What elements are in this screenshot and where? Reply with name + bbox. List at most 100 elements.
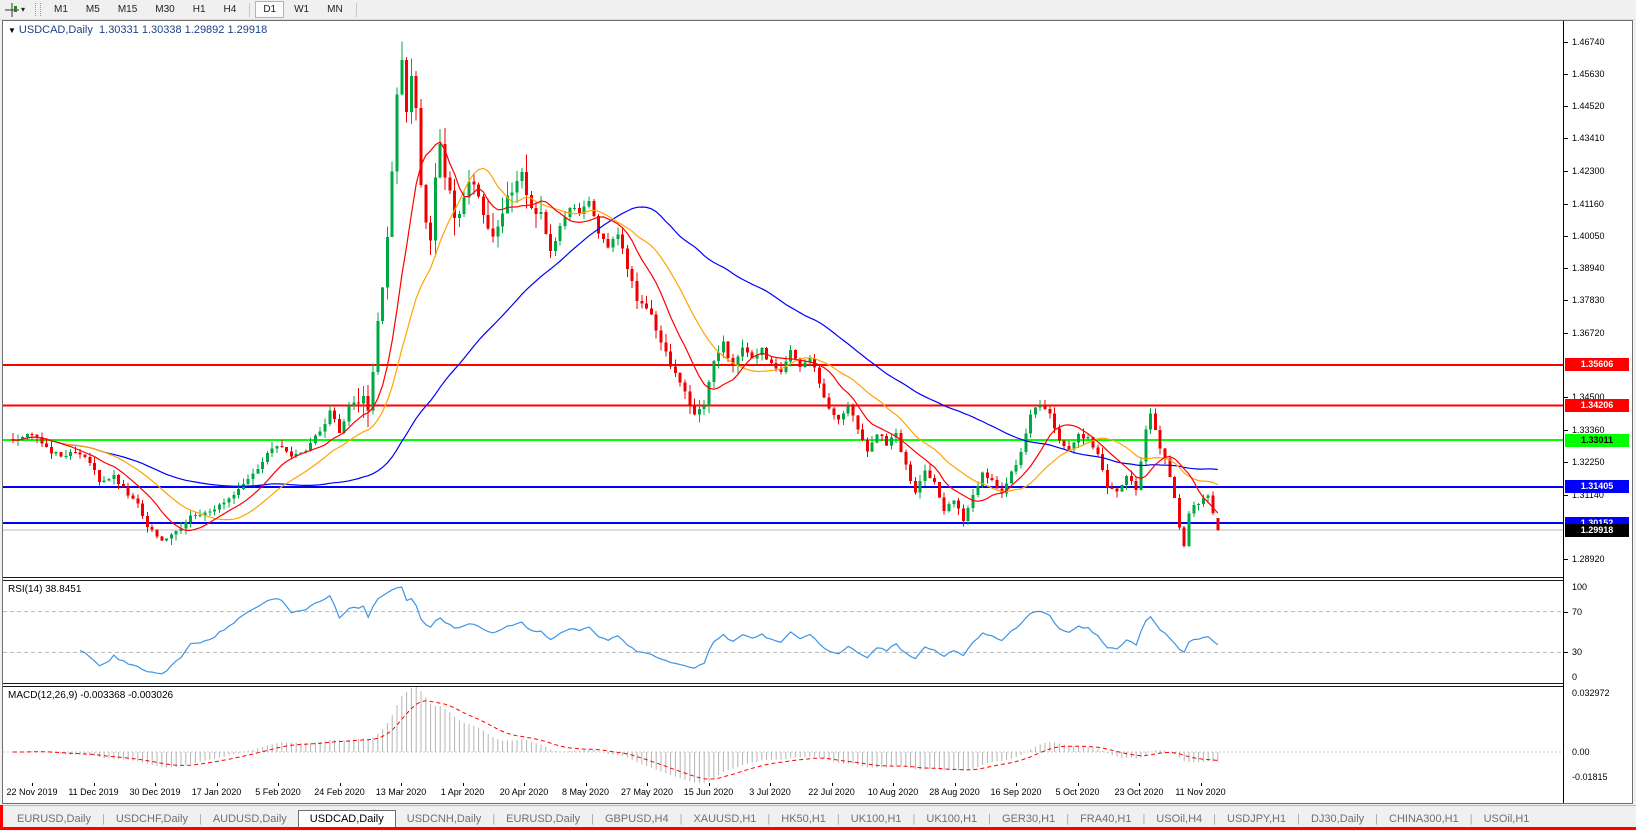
time-tick	[770, 783, 771, 786]
price-tick-label: 1.37830	[1572, 295, 1605, 306]
price-axis[interactable]: 1.46740 1.45630 1.44520 1.43410 1.42300 1.411…	[1563, 21, 1632, 803]
collapse-arrow-icon[interactable]: ▼	[8, 26, 16, 35]
price-tick	[1564, 430, 1568, 432]
rsi-label: RSI(14) 38.8451	[8, 584, 82, 595]
time-tick	[32, 783, 33, 786]
rsi-canvas[interactable]	[3, 581, 1563, 683]
price-line-badge: 1.31405	[1565, 480, 1629, 494]
time-tick	[524, 783, 525, 786]
chart-tab-hk50-h1[interactable]: HK50,H1	[770, 810, 837, 828]
price-tick	[1564, 462, 1568, 464]
price-tick	[1564, 73, 1568, 75]
macd-label: MACD(12,26,9) -0.003368 -0.003026	[8, 690, 174, 701]
time-axis[interactable]: 22 Nov 2019 11 Dec 2019 30 Dec 2019 17 Jan …	[3, 783, 1563, 803]
price-tick-label: 1.32250	[1572, 457, 1605, 468]
rsi-axis-label: 0	[1572, 672, 1578, 682]
chart-tab-china300-h1[interactable]: CHINA300,H1	[1378, 810, 1470, 828]
timeframe-button-m30[interactable]: M30	[147, 1, 182, 18]
timeframe-button-m5[interactable]: M5	[78, 1, 108, 18]
rsi-axis-label: 100	[1572, 582, 1588, 592]
chart-tab-gbpusd-h4[interactable]: GBPUSD,H4	[594, 810, 680, 828]
chart-symbol-label: USDCAD,Daily	[18, 24, 93, 36]
time-tick	[216, 783, 218, 786]
rsi-tick	[1564, 611, 1568, 613]
price-tick-label: 1.28920	[1572, 553, 1605, 564]
chart-tab-eurusd-daily[interactable]: EURUSD,Daily	[6, 810, 102, 828]
price-line-badge: 1.35606	[1565, 358, 1629, 372]
chart-tab-dj30-daily[interactable]: DJ30,Daily	[1300, 810, 1375, 828]
chart-tab-fra40-h1[interactable]: FRA40,H1	[1069, 810, 1142, 828]
time-tick	[462, 783, 464, 786]
timeframe-button-w1[interactable]: W1	[286, 1, 317, 18]
timeframe-button-m15[interactable]: M15	[110, 1, 145, 18]
price-tick	[1564, 170, 1568, 172]
time-tick	[278, 783, 279, 786]
chart-tab-usoil-h1[interactable]: USOil,H1	[1473, 810, 1541, 828]
price-tick-label: 1.36720	[1572, 327, 1605, 338]
price-tick-label: 1.40050	[1572, 230, 1605, 241]
rsi-pane[interactable]: RSI(14) 38.8451	[3, 581, 1563, 683]
chart-tab-usdchf-daily[interactable]: USDCHF,Daily	[105, 810, 199, 828]
time-tick-label: 11 Nov 2020	[1175, 787, 1226, 797]
time-tick	[401, 783, 402, 786]
price-chart-canvas[interactable]	[3, 21, 1563, 577]
time-tick	[585, 783, 587, 786]
price-tick-label: 1.46740	[1572, 36, 1605, 47]
timeframe-buttons: M1 M5 M15 M30 H1 H4 D1 W1 MN	[45, 1, 361, 18]
chart-tab-uk100-h1[interactable]: UK100,H1	[915, 810, 988, 828]
price-tick-label: 1.38940	[1572, 263, 1605, 274]
toolbar-grip[interactable]	[35, 3, 41, 16]
time-tick	[1016, 783, 1017, 786]
chart-tab-usdjpy-h1[interactable]: USDJPY,H1	[1216, 810, 1297, 828]
price-tick	[1564, 268, 1568, 270]
price-tick	[1564, 106, 1568, 108]
price-tick	[1564, 138, 1568, 140]
price-line-badge: 1.33011	[1565, 433, 1629, 447]
time-tick	[93, 783, 95, 786]
price-tick	[1564, 396, 1568, 398]
rsi-axis-label: 70	[1572, 606, 1583, 617]
toolbar-separator	[249, 2, 251, 17]
time-tick	[708, 783, 710, 786]
time-tick	[155, 783, 156, 786]
chart-tab-usdcad-daily[interactable]: USDCAD,Daily	[297, 809, 396, 828]
price-pane[interactable]: ▼ USDCAD,Daily 1.30331 1.30338 1.29892 1.…	[3, 21, 1563, 577]
time-tick	[1139, 783, 1140, 786]
macd-pane[interactable]: MACD(12,26,9) -0.003368 -0.003026	[3, 687, 1563, 783]
chevron-down-icon[interactable]: ▾	[21, 5, 31, 14]
price-tick	[1564, 300, 1568, 302]
price-tick	[1564, 235, 1568, 237]
toolbar: ▾ M1 M5 M15 M30 H1 H4 D1 W1 MN	[0, 0, 1636, 20]
timeframe-button-mn[interactable]: MN	[319, 1, 351, 18]
timeframe-button-h4[interactable]: H4	[216, 1, 245, 18]
chart-tab-eurusd-daily[interactable]: EURUSD,Daily	[495, 810, 591, 828]
price-line-badge: 1.34206	[1565, 399, 1629, 413]
rsi-tick	[1564, 652, 1568, 654]
timeframe-button-h1[interactable]: H1	[185, 1, 214, 18]
chart-title: ▼ USDCAD,Daily 1.30331 1.30338 1.29892 1.…	[8, 24, 267, 36]
macd-canvas[interactable]	[3, 687, 1563, 783]
chart-tab-usdcnh-daily[interactable]: USDCNH,Daily	[396, 810, 493, 828]
timeframe-button-d1[interactable]: D1	[255, 1, 285, 18]
price-tick-label: 1.43410	[1572, 133, 1605, 144]
current-price-badge: 1.29918	[1565, 523, 1629, 537]
crosshair-tool-icon[interactable]	[3, 2, 21, 17]
chart-tab-uk100-h1[interactable]: UK100,H1	[840, 810, 913, 828]
chart-tab-xauusd-h1[interactable]: XAUUSD,H1	[682, 810, 767, 828]
time-tick	[1200, 783, 1202, 786]
time-tick	[647, 783, 648, 786]
price-tick	[1564, 41, 1568, 43]
chart-tab-audusd-daily[interactable]: AUDUSD,Daily	[202, 810, 298, 828]
chart-tab-usoil-h4[interactable]: USOil,H4	[1145, 810, 1213, 828]
timeframe-button-m1[interactable]: M1	[46, 1, 76, 18]
time-tick	[954, 783, 956, 786]
price-tick-label: 1.44520	[1572, 101, 1605, 112]
chart-tab-ger30-h1[interactable]: GER30,H1	[991, 810, 1066, 828]
rsi-axis-label: 30	[1572, 647, 1583, 658]
chart-window: ▼ USDCAD,Daily 1.30331 1.30338 1.29892 1.…	[2, 20, 1633, 804]
price-tick	[1564, 332, 1568, 334]
price-tick-label: 1.41160	[1572, 198, 1604, 209]
toolbar-separator	[355, 2, 357, 17]
price-tick	[1564, 203, 1568, 205]
macd-axis-label: -0.01815	[1572, 772, 1608, 782]
